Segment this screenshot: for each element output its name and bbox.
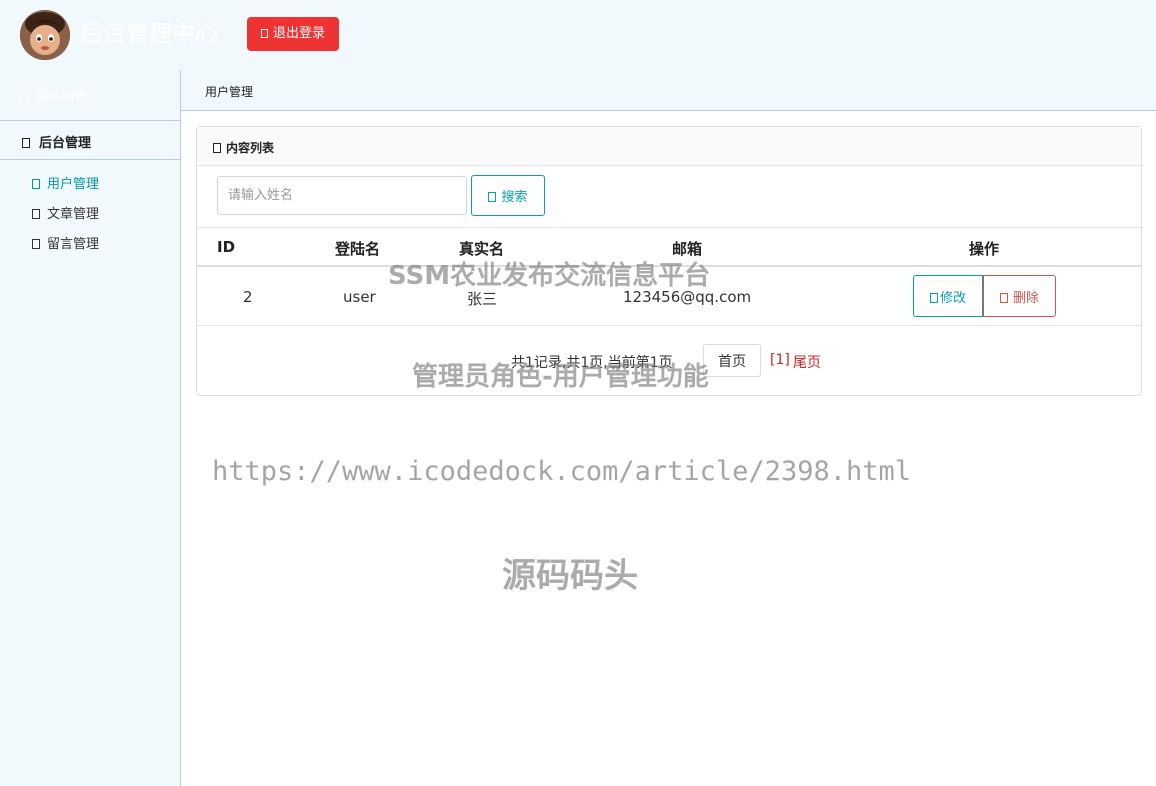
column-header-id: ID (217, 238, 236, 256)
pager-current-page[interactable]: [1] (770, 352, 790, 368)
pager-first-button[interactable]: 首页 (703, 344, 761, 377)
avatar (20, 10, 70, 60)
column-header-realname: 真实名 (459, 240, 505, 258)
caret-right-icon (32, 239, 40, 249)
cell-login: user (343, 288, 376, 306)
watermark-url: https://www.icodedock.com/article/2398.h… (212, 456, 911, 487)
menu-list-title: 菜单列表 (20, 86, 87, 105)
search-button[interactable]: 搜索 (471, 175, 545, 216)
sidebar-item-label: 文章管理 (47, 207, 100, 222)
app-root: 后台管理中心 退出登录 菜单列表 后台管理 用户管理 文章管理 留言管理 用户管… (0, 0, 1156, 786)
column-header-actions: 操作 (969, 240, 1000, 258)
sidebar-item-label: 留言管理 (47, 237, 100, 252)
cell-id: 2 (243, 288, 253, 306)
sidebar-item-messages[interactable]: 留言管理 (32, 233, 99, 252)
delete-button-label: 删除 (1012, 290, 1039, 306)
cell-email: 123456@qq.com (623, 288, 752, 306)
list-icon (20, 92, 28, 102)
trash-icon (999, 292, 1008, 303)
search-button-label: 搜索 (501, 190, 528, 205)
search-icon (488, 192, 497, 202)
logout-button[interactable]: 退出登录 (247, 17, 339, 51)
caret-right-icon (32, 209, 40, 219)
table-divider (197, 227, 1141, 228)
panel-title: 内容列表 (213, 139, 274, 156)
column-header-login: 登陆名 (335, 240, 381, 258)
top-header: 后台管理中心 退出登录 (0, 0, 1156, 70)
sidebar: 菜单列表 后台管理 用户管理 文章管理 留言管理 (0, 70, 181, 786)
delete-button[interactable]: 删除 (983, 275, 1056, 317)
cell-realname: 张三 (467, 290, 498, 308)
sidebar-group-label: 后台管理 (39, 136, 92, 151)
search-input[interactable] (217, 176, 467, 215)
sidebar-divider (0, 159, 180, 160)
sidebar-group-admin[interactable]: 后台管理 (22, 132, 91, 151)
table-header-divider (197, 265, 1141, 267)
panel-header: 内容列表 (197, 127, 1141, 166)
reorder-icon (213, 143, 221, 153)
site-title: 后台管理中心 (80, 21, 218, 47)
edit-icon (929, 292, 938, 303)
breadcrumb-current: 用户管理 (205, 85, 254, 99)
edit-button[interactable]: 修改 (913, 275, 983, 317)
avatar-image (20, 10, 70, 60)
logout-label: 退出登录 (272, 26, 325, 41)
power-icon (260, 29, 268, 38)
row-divider (197, 325, 1141, 326)
watermark-brand: 源码码头 (502, 556, 638, 596)
caret-right-icon (32, 179, 40, 189)
content-panel: 内容列表 搜索 ID 登陆名 真实名 邮箱 操作 2 user 张三 12345… (196, 126, 1142, 396)
pager-last-link[interactable]: 尾页 (793, 352, 821, 372)
menu-list-label: 菜单列表 (35, 90, 88, 105)
pager-summary: 共1记录,共1页,当前第1页 (511, 355, 673, 371)
column-header-email: 邮箱 (672, 240, 703, 258)
breadcrumb: 用户管理 (181, 70, 1156, 111)
sidebar-item-label: 用户管理 (47, 177, 100, 192)
folder-icon (22, 138, 30, 148)
sidebar-divider (0, 120, 180, 121)
sidebar-item-users[interactable]: 用户管理 (32, 173, 99, 192)
edit-button-label: 修改 (939, 290, 966, 306)
panel-title-label: 内容列表 (226, 141, 275, 155)
sidebar-item-articles[interactable]: 文章管理 (32, 203, 99, 222)
